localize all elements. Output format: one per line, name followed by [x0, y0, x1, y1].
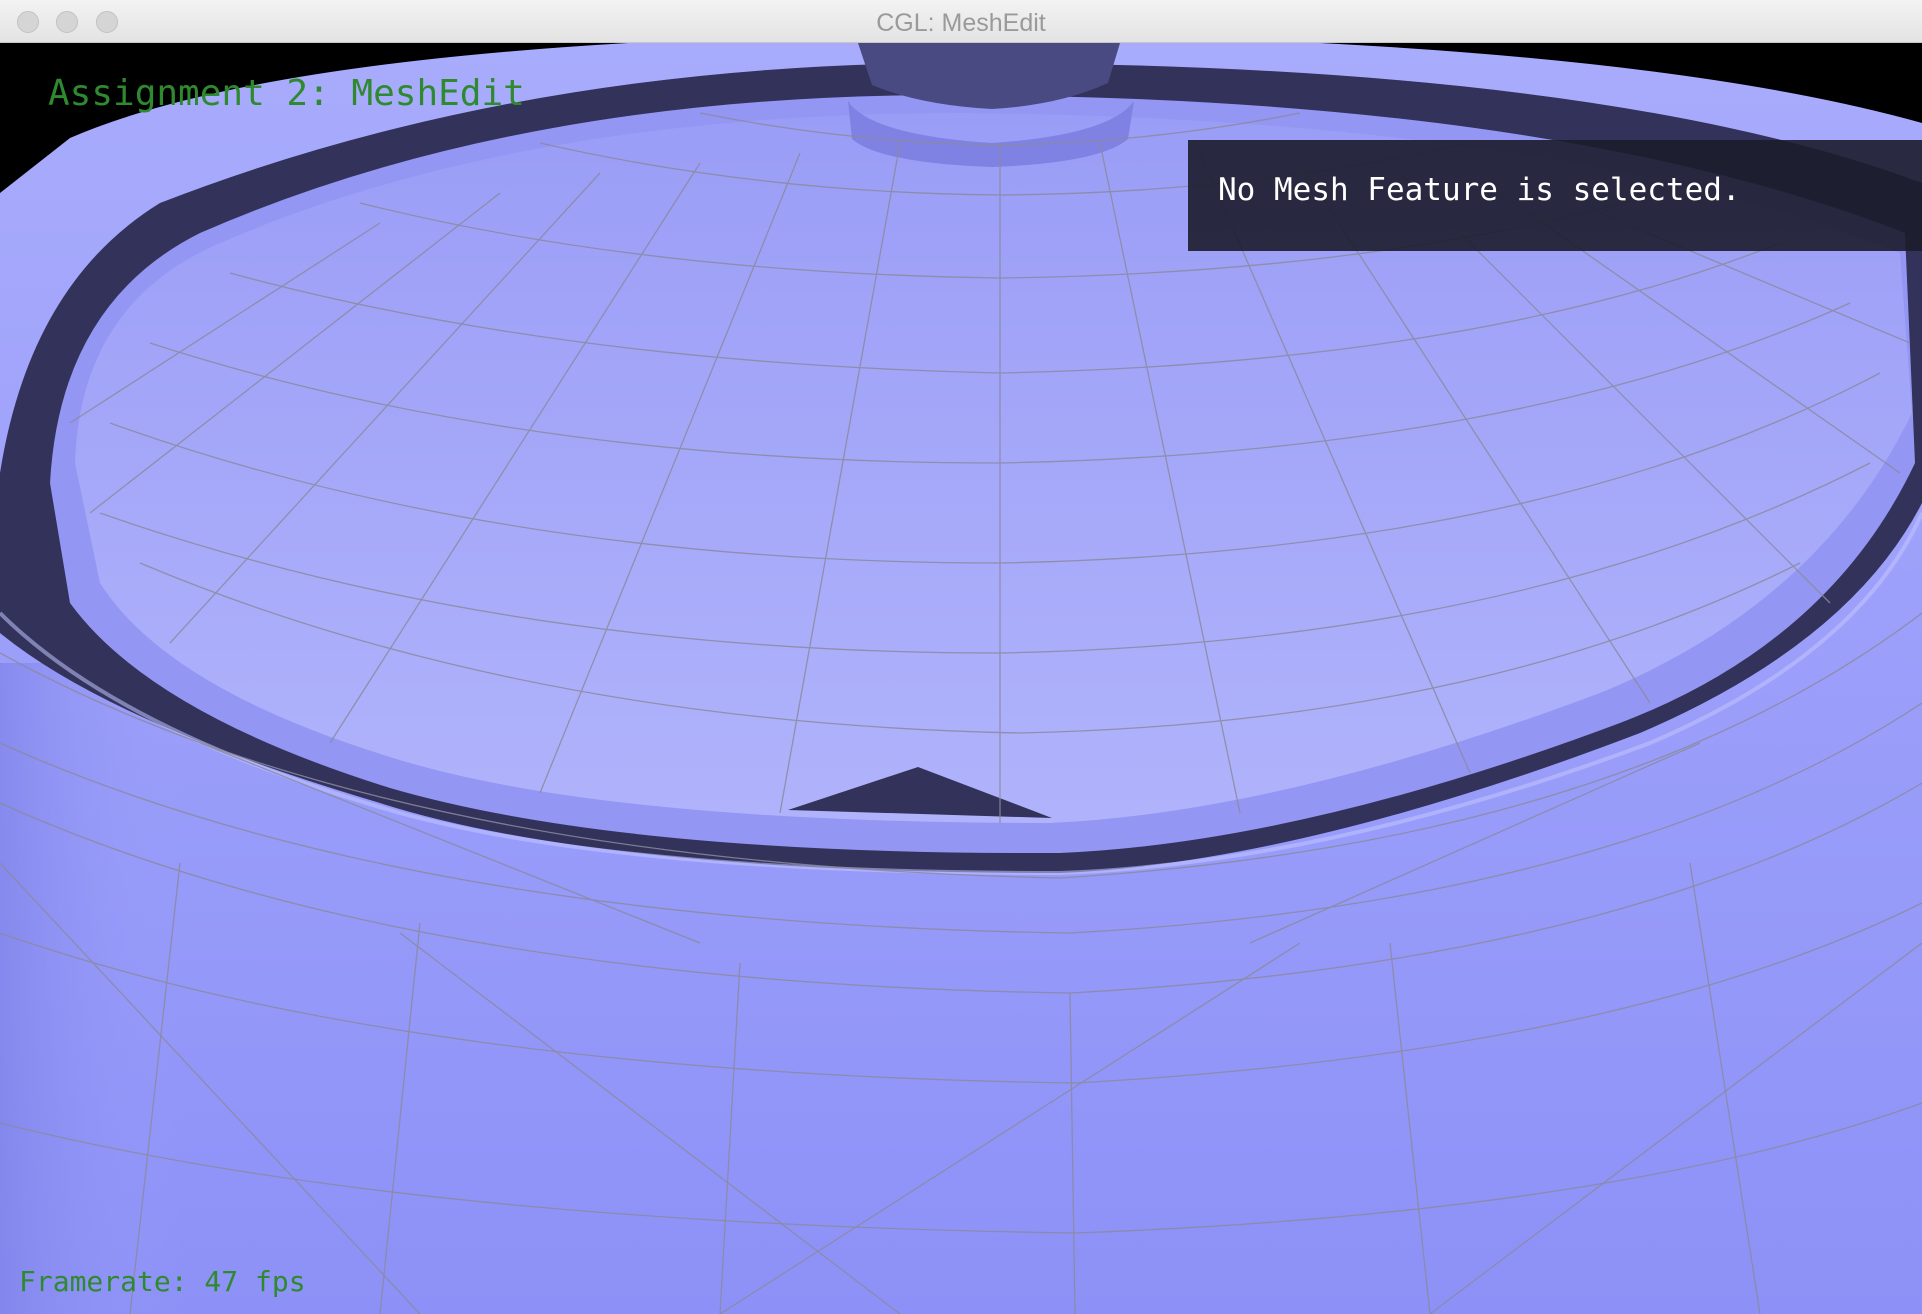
selection-status-text: No Mesh Feature is selected. [1218, 172, 1741, 208]
framerate-readout: Framerate: 47 fps [19, 1265, 306, 1298]
app-window: CGL: MeshEdit Assignment 2: MeshEdit No … [0, 0, 1922, 1314]
mesh-viewport[interactable]: Assignment 2: MeshEdit No Mesh Feature i… [0, 43, 1922, 1314]
assignment-title: Assignment 2: MeshEdit [48, 73, 525, 114]
window-title: CGL: MeshEdit [876, 9, 1046, 37]
title-bar[interactable]: CGL: MeshEdit [0, 0, 1922, 43]
selection-info-panel: No Mesh Feature is selected. [1188, 140, 1922, 251]
